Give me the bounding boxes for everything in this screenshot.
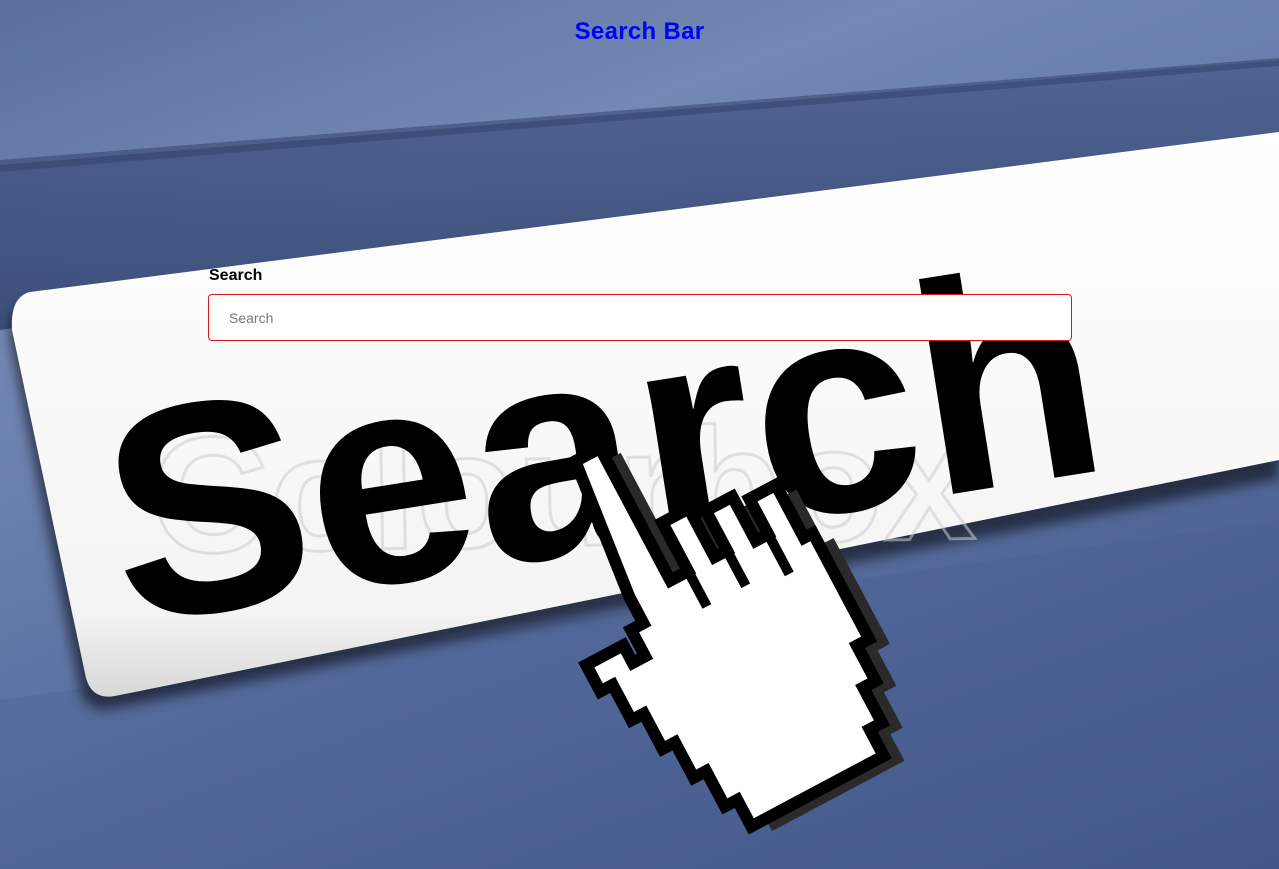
page-title: Search Bar	[574, 18, 705, 45]
search-label: Search	[209, 267, 263, 284]
search-form: Search	[208, 266, 1072, 341]
search-input[interactable]	[208, 294, 1072, 341]
background-image: Colourbox Search	[0, 58, 1279, 869]
